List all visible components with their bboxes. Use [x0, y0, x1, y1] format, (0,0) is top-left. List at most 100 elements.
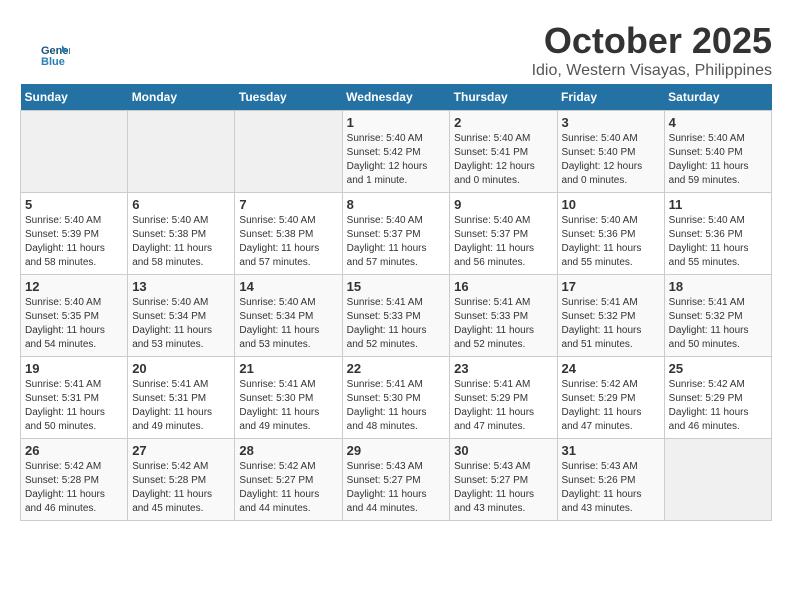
day-number: 23: [454, 361, 552, 376]
day-number: 19: [25, 361, 123, 376]
day-number: 3: [562, 115, 660, 130]
day-info: Sunrise: 5:40 AM Sunset: 5:34 PM Dayligh…: [239, 296, 337, 352]
calendar-cell: [664, 439, 771, 521]
calendar-cell: [21, 111, 128, 193]
calendar-cell: 2 Sunrise: 5:40 AM Sunset: 5:41 PM Daylig…: [450, 111, 557, 193]
day-info: Sunrise: 5:41 AM Sunset: 5:30 PM Dayligh…: [347, 378, 446, 434]
col-monday: Monday: [128, 84, 235, 111]
calendar-cell: 30 Sunrise: 5:43 AM Sunset: 5:27 PM Dayli…: [450, 439, 557, 521]
day-number: 10: [562, 197, 660, 212]
calendar-cell: 24 Sunrise: 5:42 AM Sunset: 5:29 PM Dayli…: [557, 357, 664, 439]
day-info: Sunrise: 5:41 AM Sunset: 5:30 PM Dayligh…: [239, 378, 337, 434]
week-row-2: 12 Sunrise: 5:40 AM Sunset: 5:35 PM Dayli…: [21, 275, 772, 357]
calendar-cell: 18Sunrise: 5:41 AM Sunset: 5:32 PM Dayli…: [664, 275, 771, 357]
calendar-cell: 20Sunrise: 5:41 AM Sunset: 5:31 PM Dayli…: [128, 357, 235, 439]
calendar-cell: 15 Sunrise: 5:41 AM Sunset: 5:33 PM Dayli…: [342, 275, 450, 357]
day-info: Sunrise: 5:40 AM Sunset: 5:34 PM Dayligh…: [132, 296, 230, 352]
day-info: Sunrise: 5:42 AM Sunset: 5:28 PM Dayligh…: [132, 460, 230, 516]
calendar-cell: 8 Sunrise: 5:40 AM Sunset: 5:37 PM Daylig…: [342, 193, 450, 275]
calendar-table: Sunday Monday Tuesday Wednesday Thursday…: [20, 84, 772, 521]
calendar-cell: 17 Sunrise: 5:41 AM Sunset: 5:32 PM Dayli…: [557, 275, 664, 357]
day-number: 12: [25, 279, 123, 294]
day-info: Sunrise: 5:40 AM Sunset: 5:39 PM Dayligh…: [25, 214, 123, 270]
header-row: Sunday Monday Tuesday Wednesday Thursday…: [21, 84, 772, 111]
day-number: 8: [347, 197, 446, 212]
calendar-cell: 19 Sunrise: 5:41 AM Sunset: 5:31 PM Dayli…: [21, 357, 128, 439]
day-info: Sunrise: 5:43 AM Sunset: 5:26 PM Dayligh…: [562, 460, 660, 516]
day-number: 2: [454, 115, 552, 130]
calendar-cell: 16 Sunrise: 5:41 AM Sunset: 5:33 PM Dayli…: [450, 275, 557, 357]
day-number: 24: [562, 361, 660, 376]
day-number: 16: [454, 279, 552, 294]
day-info: Sunrise: 5:41 AM Sunset: 5:29 PM Dayligh…: [454, 378, 552, 434]
col-tuesday: Tuesday: [235, 84, 342, 111]
day-number: 30: [454, 443, 552, 458]
calendar-cell: 27 Sunrise: 5:42 AM Sunset: 5:28 PM Dayli…: [128, 439, 235, 521]
col-friday: Friday: [557, 84, 664, 111]
day-number: 7: [239, 197, 337, 212]
page-subtitle: Idio, Western Visayas, Philippines: [20, 62, 772, 80]
day-info: Sunrise: 5:40 AM Sunset: 5:40 PM Dayligh…: [669, 132, 767, 188]
week-row-1: 5 Sunrise: 5:40 AM Sunset: 5:39 PM Daylig…: [21, 193, 772, 275]
day-info: Sunrise: 5:40 AM Sunset: 5:42 PM Dayligh…: [347, 132, 446, 188]
calendar-cell: 25 Sunrise: 5:42 AM Sunset: 5:29 PM Dayli…: [664, 357, 771, 439]
svg-text:Blue: Blue: [41, 56, 65, 68]
calendar-cell: 22 Sunrise: 5:41 AM Sunset: 5:30 PM Dayli…: [342, 357, 450, 439]
day-info: Sunrise: 5:41 AM Sunset: 5:33 PM Dayligh…: [454, 296, 552, 352]
page-header: October 2025 Idio, Western Visayas, Phil…: [20, 20, 772, 80]
calendar-cell: 5 Sunrise: 5:40 AM Sunset: 5:39 PM Daylig…: [21, 193, 128, 275]
day-info: Sunrise: 5:40 AM Sunset: 5:37 PM Dayligh…: [347, 214, 446, 270]
logo-icon: General Blue: [40, 40, 70, 70]
calendar-cell: 12 Sunrise: 5:40 AM Sunset: 5:35 PM Dayli…: [21, 275, 128, 357]
day-number: 5: [25, 197, 123, 212]
calendar-cell: 23 Sunrise: 5:41 AM Sunset: 5:29 PM Dayli…: [450, 357, 557, 439]
day-number: 15: [347, 279, 446, 294]
col-saturday: Saturday: [664, 84, 771, 111]
day-number: 25: [669, 361, 767, 376]
day-info: Sunrise: 5:41 AM Sunset: 5:31 PM Dayligh…: [25, 378, 123, 434]
calendar-cell: 29Sunrise: 5:43 AM Sunset: 5:27 PM Dayli…: [342, 439, 450, 521]
calendar-cell: 1Sunrise: 5:40 AM Sunset: 5:42 PM Daylig…: [342, 111, 450, 193]
day-info: Sunrise: 5:42 AM Sunset: 5:29 PM Dayligh…: [562, 378, 660, 434]
calendar-cell: [235, 111, 342, 193]
calendar-cell: 4 Sunrise: 5:40 AM Sunset: 5:40 PM Daylig…: [664, 111, 771, 193]
day-info: Sunrise: 5:40 AM Sunset: 5:37 PM Dayligh…: [454, 214, 552, 270]
day-info: Sunrise: 5:40 AM Sunset: 5:41 PM Dayligh…: [454, 132, 552, 188]
day-number: 17: [562, 279, 660, 294]
calendar-cell: 26 Sunrise: 5:42 AM Sunset: 5:28 PM Dayli…: [21, 439, 128, 521]
day-info: Sunrise: 5:40 AM Sunset: 5:38 PM Dayligh…: [239, 214, 337, 270]
day-number: 9: [454, 197, 552, 212]
day-number: 22: [347, 361, 446, 376]
day-info: Sunrise: 5:43 AM Sunset: 5:27 PM Dayligh…: [347, 460, 446, 516]
col-sunday: Sunday: [21, 84, 128, 111]
day-number: 31: [562, 443, 660, 458]
day-info: Sunrise: 5:42 AM Sunset: 5:27 PM Dayligh…: [239, 460, 337, 516]
week-row-3: 19 Sunrise: 5:41 AM Sunset: 5:31 PM Dayli…: [21, 357, 772, 439]
week-row-4: 26 Sunrise: 5:42 AM Sunset: 5:28 PM Dayli…: [21, 439, 772, 521]
day-number: 21: [239, 361, 337, 376]
day-info: Sunrise: 5:40 AM Sunset: 5:36 PM Dayligh…: [562, 214, 660, 270]
day-info: Sunrise: 5:41 AM Sunset: 5:33 PM Dayligh…: [347, 296, 446, 352]
calendar-cell: 7 Sunrise: 5:40 AM Sunset: 5:38 PM Daylig…: [235, 193, 342, 275]
day-info: Sunrise: 5:41 AM Sunset: 5:32 PM Dayligh…: [562, 296, 660, 352]
day-info: Sunrise: 5:40 AM Sunset: 5:38 PM Dayligh…: [132, 214, 230, 270]
day-number: 4: [669, 115, 767, 130]
calendar-cell: 28Sunrise: 5:42 AM Sunset: 5:27 PM Dayli…: [235, 439, 342, 521]
day-info: Sunrise: 5:40 AM Sunset: 5:35 PM Dayligh…: [25, 296, 123, 352]
col-wednesday: Wednesday: [342, 84, 450, 111]
day-number: 6: [132, 197, 230, 212]
day-number: 14: [239, 279, 337, 294]
day-info: Sunrise: 5:43 AM Sunset: 5:27 PM Dayligh…: [454, 460, 552, 516]
day-number: 26: [25, 443, 123, 458]
calendar-cell: 13Sunrise: 5:40 AM Sunset: 5:34 PM Dayli…: [128, 275, 235, 357]
day-number: 20: [132, 361, 230, 376]
week-row-0: 1Sunrise: 5:40 AM Sunset: 5:42 PM Daylig…: [21, 111, 772, 193]
col-thursday: Thursday: [450, 84, 557, 111]
calendar-cell: 6 Sunrise: 5:40 AM Sunset: 5:38 PM Daylig…: [128, 193, 235, 275]
calendar-cell: 31 Sunrise: 5:43 AM Sunset: 5:26 PM Dayli…: [557, 439, 664, 521]
page-title: October 2025: [20, 20, 772, 62]
day-info: Sunrise: 5:42 AM Sunset: 5:29 PM Dayligh…: [669, 378, 767, 434]
day-info: Sunrise: 5:42 AM Sunset: 5:28 PM Dayligh…: [25, 460, 123, 516]
day-number: 27: [132, 443, 230, 458]
calendar-cell: 9 Sunrise: 5:40 AM Sunset: 5:37 PM Daylig…: [450, 193, 557, 275]
